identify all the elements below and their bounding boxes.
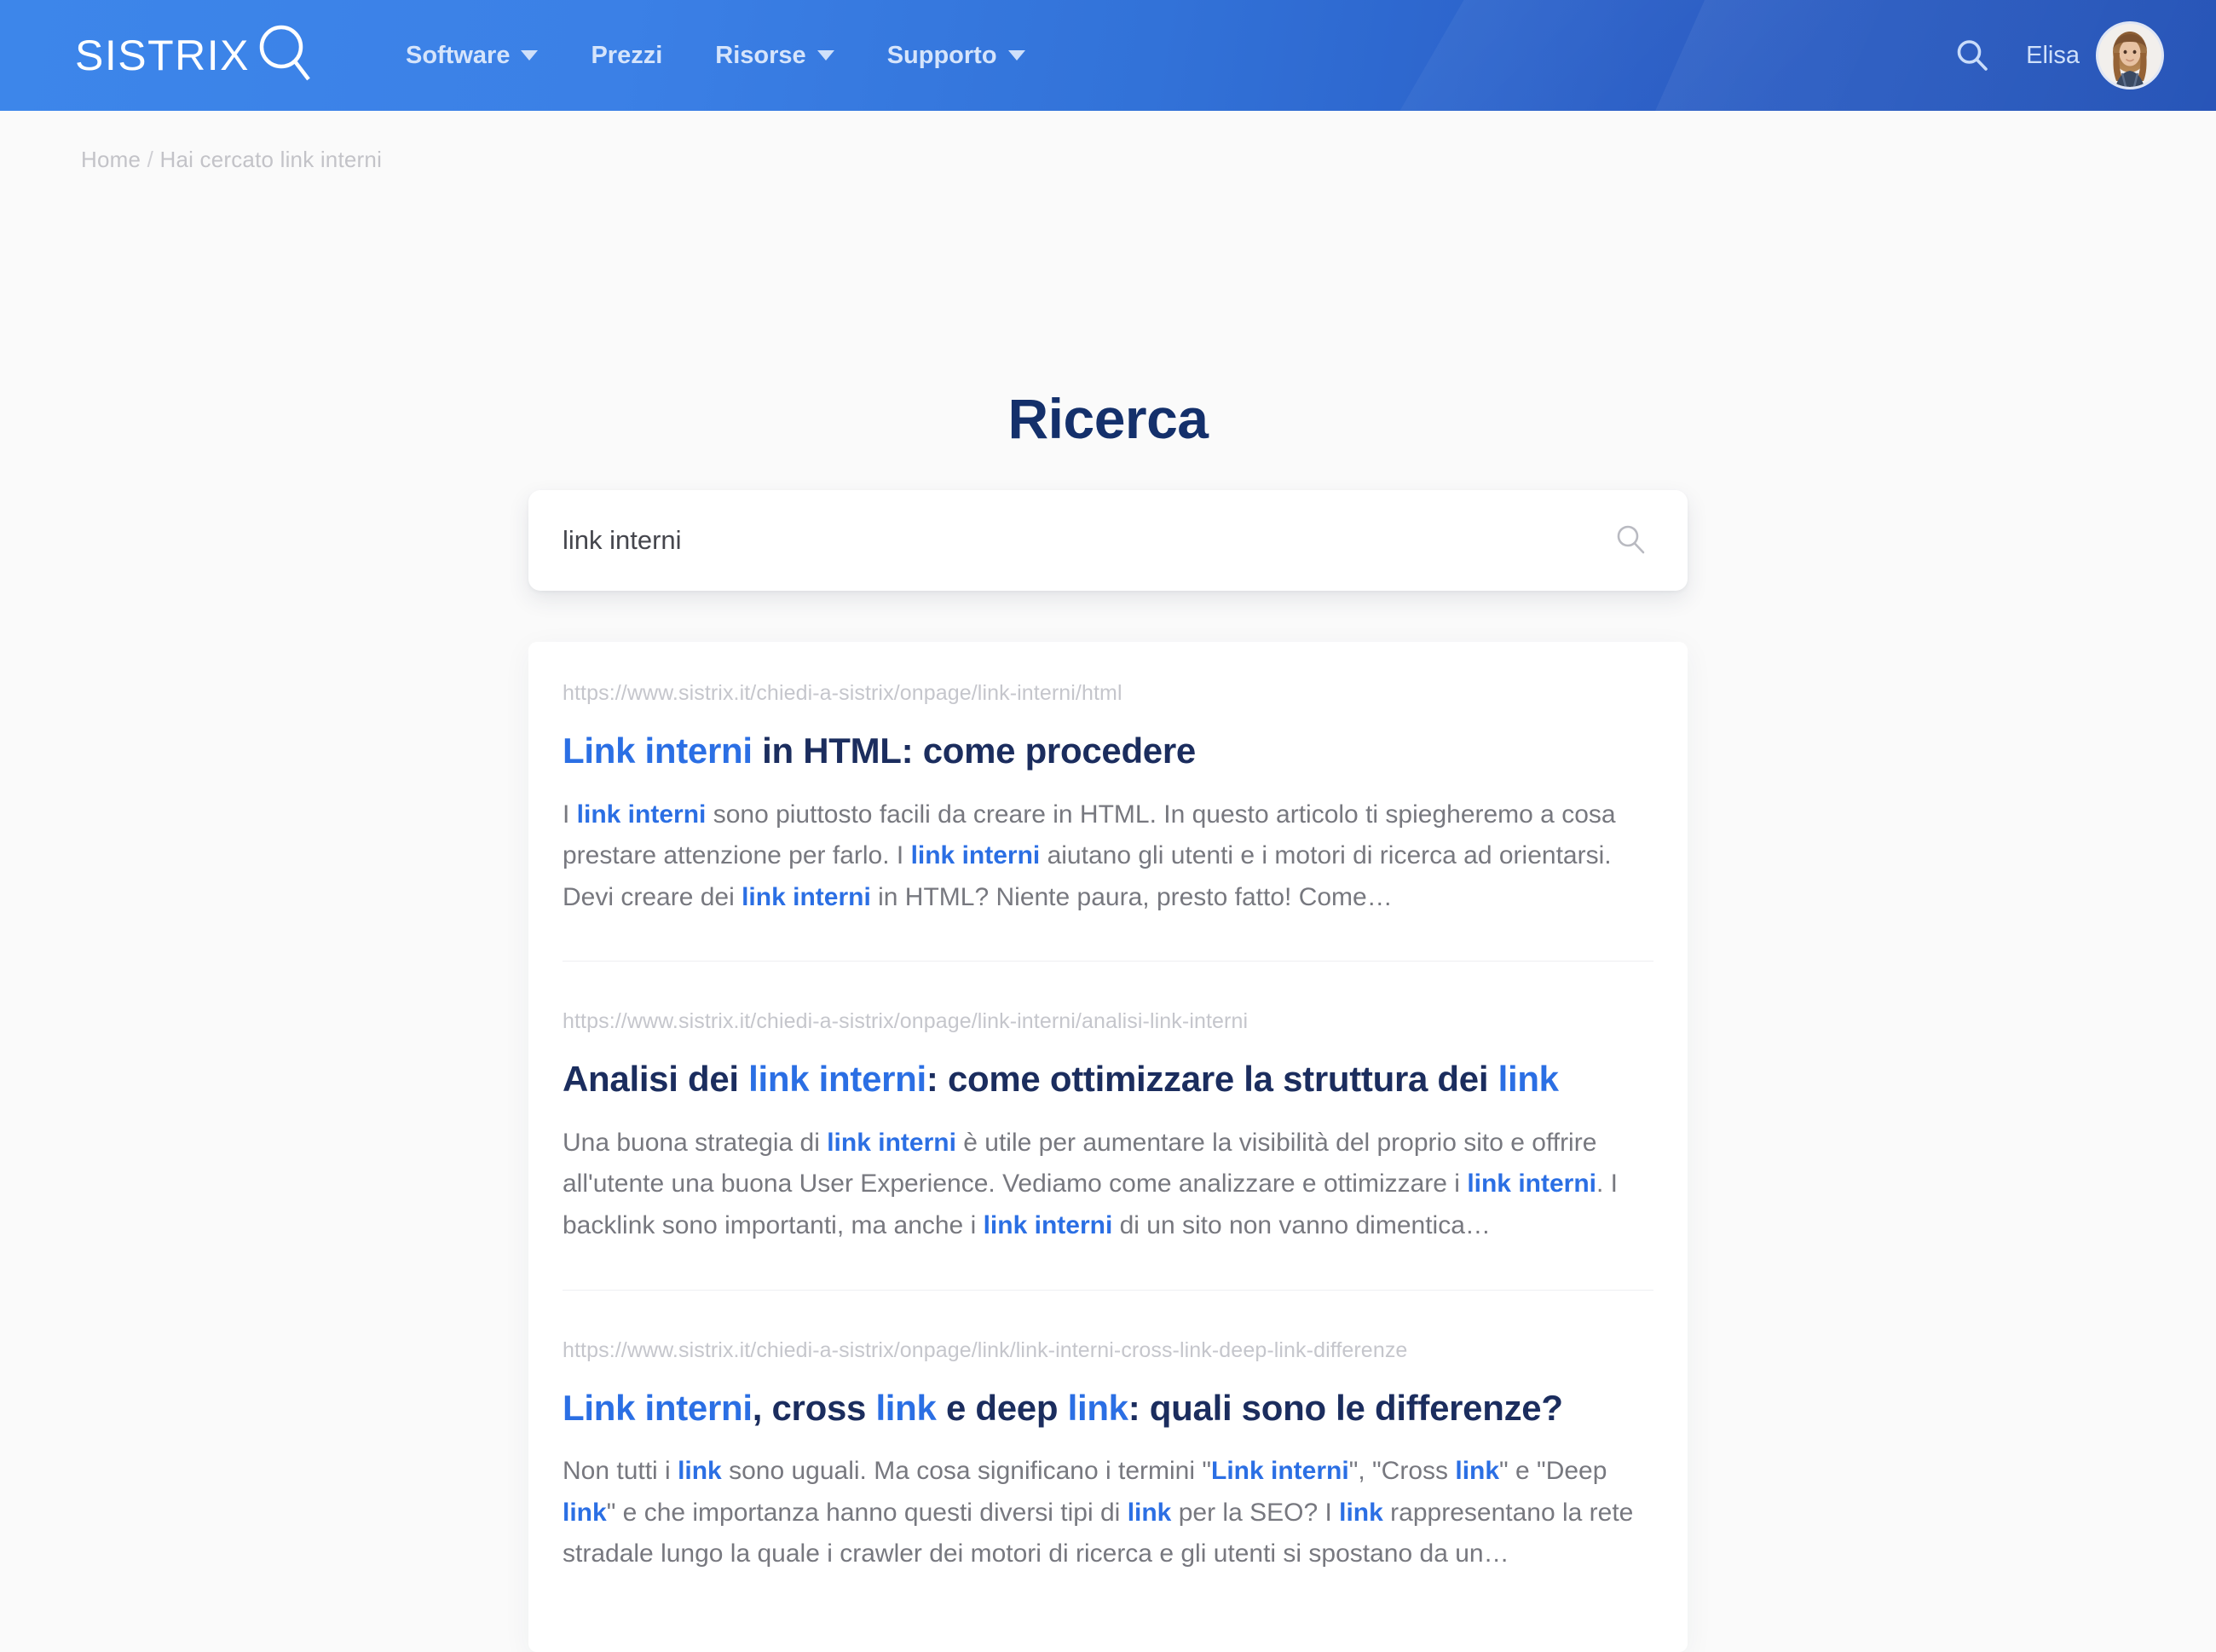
text-run: per la SEO? I bbox=[1171, 1498, 1340, 1527]
highlighted-term: link bbox=[678, 1457, 722, 1486]
highlighted-term: link bbox=[1127, 1498, 1172, 1527]
logo-wordmark: SISTRIX bbox=[75, 32, 250, 79]
search-result-item[interactable]: https://www.sistrix.it/chiedi-a-sistrix/… bbox=[563, 1289, 1653, 1618]
text-run: : quali sono le differenze? bbox=[1128, 1387, 1563, 1428]
text-run: sono uguali. Ma cosa significano i termi… bbox=[721, 1457, 1212, 1486]
text-run: Una buona strategia di bbox=[563, 1128, 828, 1157]
search-section bbox=[528, 490, 1688, 591]
result-snippet: Una buona strategia di link interni è ut… bbox=[563, 1123, 1653, 1247]
result-title[interactable]: Analisi dei link interni: come ottimizza… bbox=[563, 1058, 1653, 1100]
highlighted-term: link bbox=[1455, 1457, 1500, 1486]
search-results-panel: https://www.sistrix.it/chiedi-a-sistrix/… bbox=[528, 642, 1688, 1652]
sistrix-logo[interactable]: SISTRIX bbox=[75, 23, 313, 89]
chevron-down-icon bbox=[1007, 50, 1025, 61]
nav-item-software[interactable]: Software bbox=[379, 42, 564, 70]
avatar[interactable] bbox=[2098, 24, 2161, 87]
highlighted-term: Link interni bbox=[563, 731, 753, 771]
text-run: " e "Deep bbox=[1499, 1457, 1607, 1486]
chevron-down-icon bbox=[817, 50, 834, 61]
result-title[interactable]: Link interni, cross link e deep link: qu… bbox=[563, 1387, 1653, 1430]
page-title: Ricerca bbox=[1007, 387, 1209, 450]
result-title[interactable]: Link interni in HTML: come procedere bbox=[563, 730, 1653, 772]
result-url[interactable]: https://www.sistrix.it/chiedi-a-sistrix/… bbox=[563, 681, 1653, 706]
result-snippet: Non tutti i link sono uguali. Ma cosa si… bbox=[563, 1451, 1653, 1575]
search-icon bbox=[1613, 523, 1648, 559]
highlighted-term: link interni bbox=[1467, 1170, 1596, 1199]
highlighted-term: link interni bbox=[983, 1211, 1113, 1240]
highlighted-term: Link interni bbox=[563, 1387, 753, 1428]
nav-label: Prezzi bbox=[591, 41, 663, 69]
search-result-item[interactable]: https://www.sistrix.it/chiedi-a-sistrix/… bbox=[563, 642, 1653, 961]
text-run: Non tutti i bbox=[563, 1457, 678, 1486]
text-run: I bbox=[563, 800, 577, 829]
main-nav: Software Prezzi Risorse Supporto bbox=[379, 42, 1052, 70]
nav-item-prezzi[interactable]: Prezzi bbox=[564, 42, 689, 70]
highlighted-term: link interni bbox=[910, 841, 1041, 870]
search-result-item[interactable]: https://www.sistrix.it/chiedi-a-sistrix/… bbox=[563, 961, 1653, 1289]
text-run: di un sito non vanno dimentica… bbox=[1112, 1211, 1491, 1240]
breadcrumb-separator: / bbox=[147, 147, 154, 172]
result-url[interactable]: https://www.sistrix.it/chiedi-a-sistrix/… bbox=[563, 1009, 1653, 1034]
highlighted-term: link interni bbox=[576, 800, 707, 829]
search-submit-button[interactable] bbox=[1611, 521, 1650, 560]
text-run: in HTML? Niente paura, presto fatto! Com… bbox=[870, 882, 1393, 911]
breadcrumb-current: Hai cercato link interni bbox=[159, 147, 383, 172]
highlighted-term: link interni bbox=[742, 882, 871, 911]
highlighted-term: link bbox=[1498, 1059, 1559, 1100]
text-run: : come ottimizzare la struttura dei bbox=[926, 1059, 1498, 1100]
text-run: " e che importanza hanno questi diversi … bbox=[606, 1498, 1128, 1527]
main-content: Ricerca https://www.sistrix.it/chiedi-a-… bbox=[0, 173, 2216, 1652]
breadcrumb: Home / Hai cercato link interni bbox=[0, 111, 2216, 173]
highlighted-term: link bbox=[1067, 1387, 1128, 1428]
chevron-down-icon bbox=[521, 50, 539, 61]
nav-label: Supporto bbox=[886, 41, 997, 69]
highlighted-term: link bbox=[563, 1498, 607, 1527]
highlighted-term: link bbox=[1339, 1498, 1383, 1527]
search-box[interactable] bbox=[528, 490, 1688, 591]
site-header: SISTRIX Software Prezzi Risorse Supporto… bbox=[0, 0, 2216, 111]
nav-item-supporto[interactable]: Supporto bbox=[861, 42, 1052, 70]
highlighted-term: link interni bbox=[748, 1059, 926, 1100]
highlighted-term: link bbox=[875, 1387, 937, 1428]
text-run: e deep bbox=[936, 1387, 1068, 1428]
user-name[interactable]: Elisa bbox=[2005, 42, 2098, 70]
text-run: in HTML: come procedere bbox=[752, 731, 1196, 771]
search-icon[interactable] bbox=[1939, 38, 2005, 73]
search-input[interactable] bbox=[563, 525, 1611, 556]
result-url[interactable]: https://www.sistrix.it/chiedi-a-sistrix/… bbox=[563, 1338, 1653, 1363]
magnifier-icon bbox=[257, 23, 313, 89]
text-run: Analisi dei bbox=[563, 1059, 749, 1100]
nav-label: Risorse bbox=[715, 41, 806, 69]
header-actions: Elisa bbox=[1939, 24, 2161, 87]
nav-label: Software bbox=[405, 41, 511, 69]
text-run: , cross bbox=[752, 1387, 876, 1428]
result-snippet: I link interni sono piuttosto facili da … bbox=[563, 794, 1653, 919]
highlighted-term: Link interni bbox=[1211, 1457, 1349, 1486]
nav-item-risorse[interactable]: Risorse bbox=[689, 42, 860, 70]
breadcrumb-home[interactable]: Home bbox=[81, 147, 141, 172]
text-run: ", "Cross bbox=[1348, 1457, 1456, 1486]
highlighted-term: link interni bbox=[827, 1128, 956, 1157]
